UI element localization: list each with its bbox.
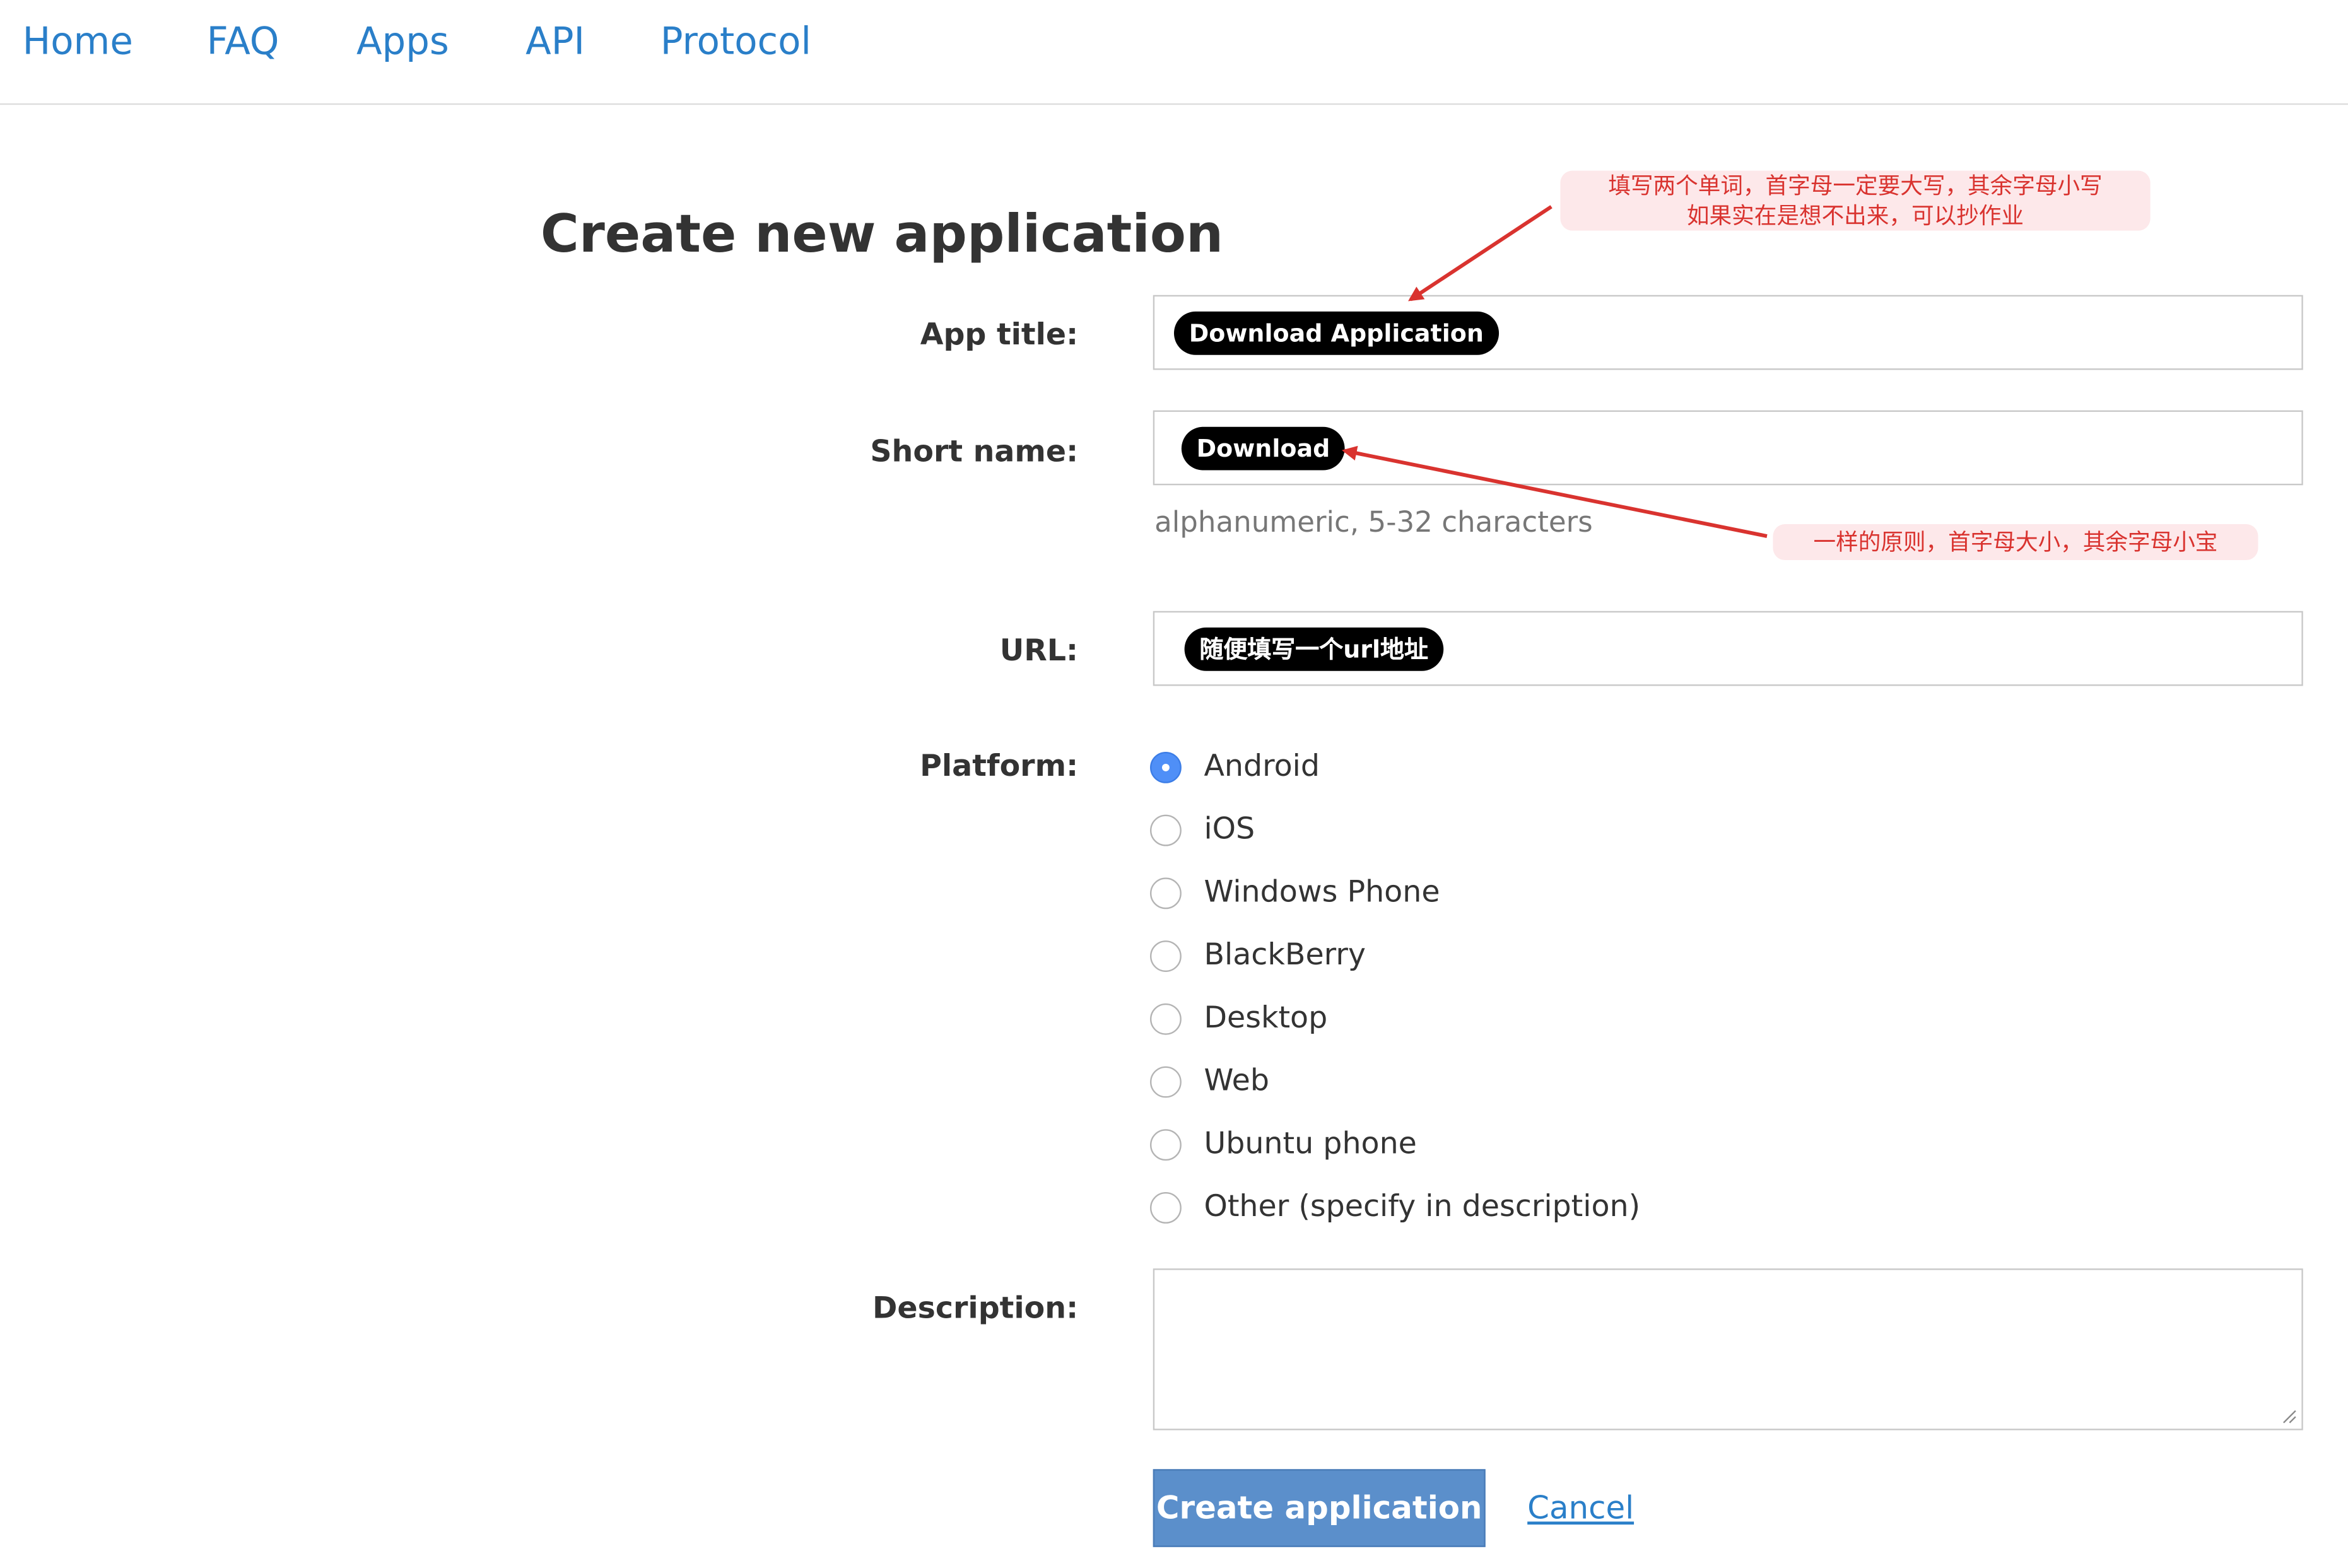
platform-option-blackberry[interactable]: BlackBerry <box>1150 935 1689 980</box>
radio-label-android: Android <box>1204 747 1320 783</box>
nav-faq-link[interactable]: FAQ <box>207 18 279 66</box>
platform-option-web[interactable]: Web <box>1150 1060 1689 1105</box>
radio-label-blackberry: BlackBerry <box>1204 935 1366 972</box>
radio-other[interactable] <box>1150 1192 1182 1224</box>
page: Home FAQ Apps API Protocol Create new ap… <box>0 0 2348 1568</box>
radio-label-ios: iOS <box>1204 810 1255 846</box>
url-label: URL: <box>999 631 1079 668</box>
url-value: 随便填写一个url地址 <box>1184 627 1443 671</box>
platform-option-windows-phone[interactable]: Windows Phone <box>1150 872 1689 916</box>
resize-grip-icon[interactable] <box>2282 1409 2298 1424</box>
platform-label: Platform: <box>920 747 1079 783</box>
create-application-button[interactable]: Create application <box>1153 1469 1486 1547</box>
short-name-annotation-note: 一样的原则，首字母大小，其余字母小宝 <box>1773 524 2258 561</box>
radio-web[interactable] <box>1150 1066 1182 1098</box>
radio-ios[interactable] <box>1150 814 1182 846</box>
nav-protocol-link[interactable]: Protocol <box>660 18 811 66</box>
title-annotation-line1: 填写两个单词，首字母一定要大写，其余字母小写 <box>1608 172 2103 199</box>
short-name-label: Short name: <box>870 433 1079 469</box>
cancel-link[interactable]: Cancel <box>1527 1489 1634 1528</box>
url-input[interactable]: 随便填写一个url地址 <box>1153 611 2303 686</box>
radio-desktop[interactable] <box>1150 1003 1182 1035</box>
radio-android[interactable] <box>1150 751 1182 783</box>
nav-home-link[interactable]: Home <box>23 18 133 66</box>
radio-label-windows-phone: Windows Phone <box>1204 873 1440 910</box>
app-title-value: Download Application <box>1173 311 1499 355</box>
nav-apps-link[interactable]: Apps <box>356 18 449 66</box>
app-title-label: App title: <box>920 315 1079 352</box>
short-name-value: Download <box>1181 426 1345 471</box>
app-title-input[interactable]: Download Application <box>1153 295 2303 370</box>
radio-label-other: Other (specify in description) <box>1204 1187 1641 1224</box>
platform-option-desktop[interactable]: Desktop <box>1150 997 1689 1042</box>
platform-option-other[interactable]: Other (specify in description) <box>1150 1186 1689 1231</box>
title-annotation-line2: 如果实在是想不出来，可以抄作业 <box>1686 202 2024 230</box>
platform-option-ubuntu-phone[interactable]: Ubuntu phone <box>1150 1123 1689 1168</box>
radio-blackberry[interactable] <box>1150 940 1182 972</box>
radio-label-desktop: Desktop <box>1204 998 1328 1035</box>
short-name-input[interactable]: Download <box>1153 410 2303 486</box>
radio-ubuntu-phone[interactable] <box>1150 1129 1182 1161</box>
platform-option-android[interactable]: Android <box>1150 746 1689 790</box>
title-annotation-note: 填写两个单词，首字母一定要大写，其余字母小写 如果实在是想不出来，可以抄作业 <box>1560 170 2151 231</box>
radio-label-web: Web <box>1204 1062 1269 1098</box>
page-title: Create new application <box>540 205 1224 266</box>
nav-api-link[interactable]: API <box>525 18 585 66</box>
description-textarea[interactable] <box>1153 1268 2303 1431</box>
top-nav: Home FAQ Apps API Protocol <box>0 0 2348 105</box>
platform-option-ios[interactable]: iOS <box>1150 809 1689 853</box>
title-arrow-icon <box>1408 205 1553 301</box>
radio-windows-phone[interactable] <box>1150 877 1182 910</box>
description-label: Description: <box>872 1289 1079 1326</box>
short-name-hint: alphanumeric, 5-32 characters <box>1154 506 1593 539</box>
radio-label-ubuntu-phone: Ubuntu phone <box>1204 1125 1417 1161</box>
